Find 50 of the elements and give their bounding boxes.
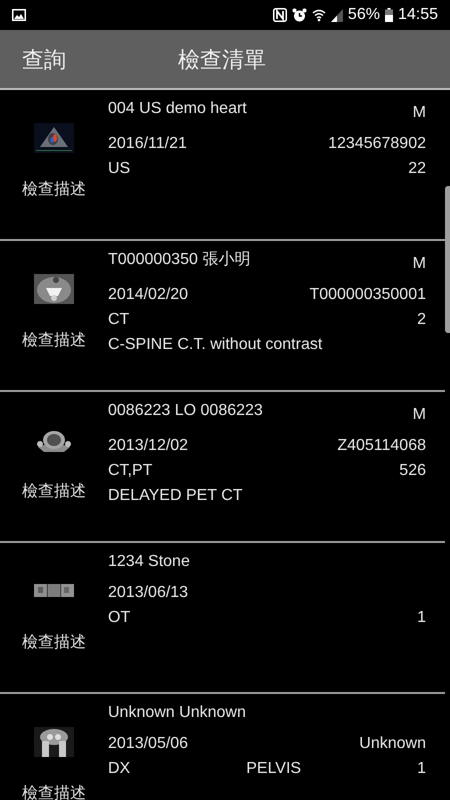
patient-name: 0086223 LO 0086223 [108,401,263,421]
patient-sex: M [412,405,426,425]
study-row[interactable]: 檢查描述 T000000350 張小明 M 2014/02/20 T000000350001 CT 2 C-SPINE C.T. without contrast [0,241,445,392]
study-date: 2014/02/20 [108,285,188,305]
modality: CT,PT [108,461,152,481]
patient-name: 004 US demo heart [108,99,247,119]
modality: DX [108,759,130,779]
clock-time: 14:55 [398,7,438,23]
study-row[interactable]: 檢查描述 004 US demo heart M 2016/11/21 12345678902 US 22 [0,90,445,241]
screen-title: 檢查清單 [178,46,266,74]
study-date: 2016/11/21 [108,134,187,154]
body-part: PELVIS [246,759,302,779]
study-description: DELAYED PET CT [108,486,244,506]
modality: US [108,159,130,179]
study-id: Z405114068 [337,436,426,456]
study-row[interactable]: 檢查描述 0086223 LO 0086223 M 2013/12/02 Z405114068 CT,PT 526 DELAYED PET CT [0,392,445,543]
patient-sex: M [412,254,426,274]
image-count: 526 [399,461,426,481]
study-date: 2013/06/13 [108,583,188,603]
patient-name: 1234 Stone [108,552,190,572]
study-description-label: 檢查描述 [22,180,86,200]
alarm-icon [292,8,307,22]
study-date: 2013/05/06 [108,734,188,754]
study-row[interactable]: 檢查描述 1234 Stone 2013/06/13 OT 1 [0,543,445,694]
study-description: C-SPINE C.T. without contrast [108,335,324,355]
image-count: 2 [417,310,426,330]
study-id: Unknown [359,734,426,754]
study-description-label: 檢查描述 [22,784,86,800]
image-count: 1 [417,608,426,628]
patient-name: T000000350 張小明 [108,250,250,270]
study-description-label: 檢查描述 [22,632,86,653]
study-date: 2013/12/02 [108,436,188,456]
image-count: 22 [408,159,426,179]
study-description-label: 檢查描述 [22,482,86,502]
patient-name: Unknown Unknown [108,703,246,723]
modality: OT [108,608,130,628]
search-button[interactable]: 查詢 [22,42,132,76]
wifi-icon [312,8,326,22]
battery-icon [384,8,393,22]
signal-icon [330,8,343,22]
image-count: 1 [417,759,426,779]
study-id: T000000350001 [309,285,426,305]
modality: CT [108,310,130,330]
study-row[interactable]: 檢查描述 Unknown Unknown 2013/05/06 Unknown DX PELVIS 1 [0,694,445,800]
image-icon [12,9,26,21]
study-description-label: 檢查描述 [22,330,86,351]
patient-sex: M [412,103,426,123]
nfc-icon [272,8,287,22]
study-id: 12345678902 [328,134,426,154]
battery-percent: 56% [348,7,380,23]
